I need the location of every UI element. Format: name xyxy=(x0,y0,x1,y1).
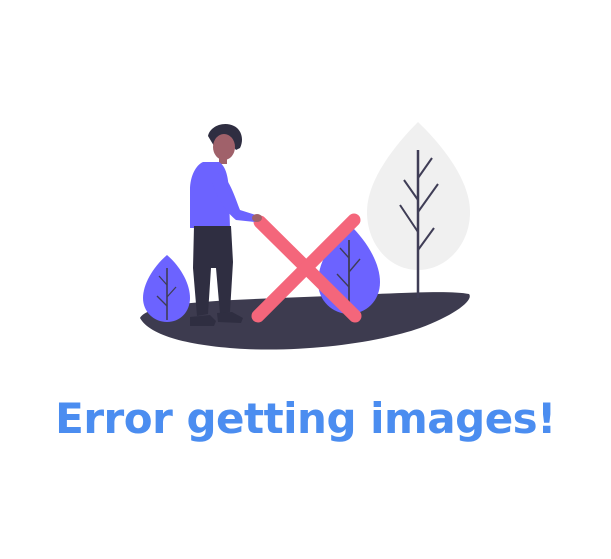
error-message: Error getting images! xyxy=(55,394,556,443)
purple-bush-middle xyxy=(318,224,380,314)
person-figure xyxy=(190,124,262,326)
person-with-cross-illustration xyxy=(140,122,470,350)
error-screen: Error getting images! xyxy=(0,0,611,559)
light-tree xyxy=(367,122,470,298)
purple-bush-left xyxy=(143,255,190,322)
